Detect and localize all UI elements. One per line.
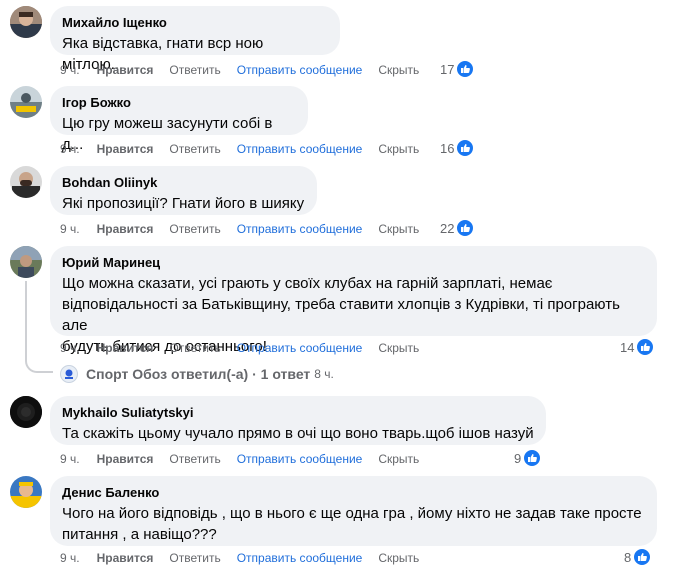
reaction-count[interactable]: 16 [440, 139, 475, 157]
like-button[interactable]: Нравится [97, 142, 154, 156]
comment-text-line: Чого на його відповідь , що в нього є ще… [62, 505, 642, 522]
comment-author[interactable]: Юрий Маринец [62, 254, 645, 271]
reply-button[interactable]: Ответить [169, 63, 220, 77]
reply-button[interactable]: Ответить [169, 551, 220, 565]
reaction-count[interactable]: 14 [620, 338, 655, 356]
comment-text: Які пропозиції? Гнати його в шияку [62, 195, 305, 212]
avatar[interactable] [10, 246, 42, 278]
user-photo-icon [10, 246, 42, 278]
hide-button[interactable]: Скрыть [378, 341, 419, 355]
comment-text-line: Що можна сказати, усі грають у своїх клу… [62, 275, 553, 292]
reaction-number: 16 [440, 140, 455, 156]
reaction-count[interactable]: 22 [440, 219, 475, 237]
reaction-number: 14 [620, 339, 635, 355]
thread-connector [25, 361, 53, 373]
comment-actions: 9 ч. Нравится Ответить Отправить сообщен… [60, 550, 435, 566]
comment-bubble: Ігор Божко Цю гру можеш засунути собі в … [50, 86, 308, 153]
reaction-count[interactable]: 17 [440, 60, 475, 78]
reply-count: 1 ответ [260, 366, 311, 382]
send-message-link[interactable]: Отправить сообщение [237, 142, 363, 156]
comment-time[interactable]: 9 ч. [60, 63, 80, 77]
comment-bubble: Денис Баленко Чого на його відповідь , щ… [50, 476, 657, 546]
comment-text-line: питання , а навіщо??? [62, 526, 217, 543]
comment-author[interactable]: Денис Баленко [62, 484, 645, 501]
hide-button[interactable]: Скрыть [378, 222, 419, 236]
comment-author[interactable]: Mykhailo Suliatytskyi [62, 404, 534, 421]
comment-time[interactable]: 9 ч. [60, 452, 80, 466]
send-message-link[interactable]: Отправить сообщение [237, 222, 363, 236]
view-replies-link[interactable]: Спорт Обоз ответил(-а) · 1 ответ 8 ч. [60, 365, 334, 383]
page-logo-icon [60, 365, 78, 383]
reply-button[interactable]: Ответить [169, 222, 220, 236]
like-button[interactable]: Нравится [97, 551, 154, 565]
like-button[interactable]: Нравится [97, 222, 154, 236]
comment-time[interactable]: 9 ч. [60, 142, 80, 156]
reaction-number: 17 [440, 61, 455, 77]
send-message-link[interactable]: Отправить сообщение [237, 452, 363, 466]
comment-time[interactable]: 9 ч. [60, 222, 80, 236]
hide-button[interactable]: Скрыть [378, 452, 419, 466]
reaction-number: 8 [624, 549, 632, 565]
reaction-count[interactable]: 9 [514, 449, 542, 467]
user-photo-icon [10, 166, 42, 198]
send-message-link[interactable]: Отправить сообщение [237, 63, 363, 77]
reaction-count[interactable]: 8 [624, 548, 652, 566]
reaction-number: 9 [514, 450, 522, 466]
reaction-number: 22 [440, 220, 455, 236]
avatar[interactable] [10, 166, 42, 198]
thumbs-up-icon [523, 449, 542, 467]
comment-actions: 9 ч. Нравится Ответить Отправить сообщен… [60, 221, 435, 237]
avatar[interactable] [10, 6, 42, 38]
comment-actions: 9 ч. Нравится Ответить Отправить сообщен… [60, 451, 435, 467]
user-photo-icon [10, 476, 42, 508]
avatar[interactable] [10, 86, 42, 118]
user-photo-icon [10, 86, 42, 118]
thumbs-up-icon [456, 139, 475, 157]
comment-actions: 9 ч. Нравится Ответить Отправить сообщен… [60, 340, 435, 356]
like-button[interactable]: Нравится [97, 452, 154, 466]
send-message-link[interactable]: Отправить сообщение [237, 551, 363, 565]
avatar[interactable] [10, 476, 42, 508]
comment-time[interactable]: 9 ч. [60, 341, 80, 355]
user-photo-icon [10, 6, 42, 38]
reply-page-name: Спорт Обоз [86, 366, 168, 382]
thumbs-up-icon [636, 338, 655, 356]
reply-button[interactable]: Ответить [169, 142, 220, 156]
comment-time[interactable]: 9 ч. [60, 551, 80, 565]
reply-button[interactable]: Ответить [169, 341, 220, 355]
like-button[interactable]: Нравится [97, 341, 154, 355]
comment-author[interactable]: Ігор Божко [62, 94, 296, 111]
avatar[interactable] [10, 396, 42, 428]
reply-button[interactable]: Ответить [169, 452, 220, 466]
comment-bubble: Юрий Маринец Що можна сказати, усі грают… [50, 246, 657, 355]
thumbs-up-icon [633, 548, 652, 566]
comment-bubble: Mykhailo Suliatytskyi Та скажіть цьому ч… [50, 396, 546, 445]
hide-button[interactable]: Скрыть [378, 142, 419, 156]
thread-line [25, 281, 27, 361]
comment-text-line: відповідальності за Батьківщину, треба с… [62, 296, 620, 334]
comment-bubble: Bohdan Oliinyk Які пропозиції? Гнати йог… [50, 166, 317, 215]
send-message-link[interactable]: Отправить сообщение [237, 341, 363, 355]
comment-text: Та скажіть цьому чучало прямо в очі що в… [62, 425, 534, 442]
comment-actions: 9 ч. Нравится Ответить Отправить сообщен… [60, 62, 435, 78]
user-photo-icon [10, 396, 42, 428]
hide-button[interactable]: Скрыть [378, 63, 419, 77]
thumbs-up-icon [456, 60, 475, 78]
reply-verb: ответил(-а) [171, 366, 249, 382]
comment-author[interactable]: Михайло Іщенко [62, 14, 328, 31]
reply-time: 8 ч. [314, 367, 334, 381]
comment-author[interactable]: Bohdan Oliinyk [62, 174, 305, 191]
separator: · [252, 366, 257, 382]
thumbs-up-icon [456, 219, 475, 237]
comment-actions: 9 ч. Нравится Ответить Отправить сообщен… [60, 141, 435, 157]
comment-bubble: Михайло Іщенко Яка відставка, гнати вср … [50, 6, 340, 73]
hide-button[interactable]: Скрыть [378, 551, 419, 565]
like-button[interactable]: Нравится [97, 63, 154, 77]
